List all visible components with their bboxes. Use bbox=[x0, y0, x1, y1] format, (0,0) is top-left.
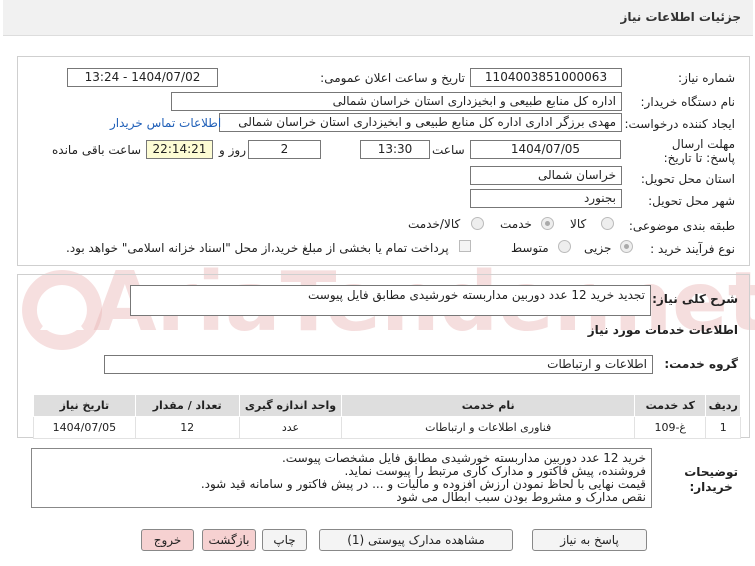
remaining-time-field: 22:14:21 bbox=[146, 140, 213, 159]
need-number-label: شماره نیاز: bbox=[678, 71, 735, 85]
cell-service-name: فناوری اطلاعات و ارتباطات bbox=[341, 416, 636, 439]
category-goods-label: کالا bbox=[570, 217, 587, 231]
deadline-time-field: 13:30 bbox=[360, 140, 430, 159]
service-group-field: اطلاعات و ارتباطات bbox=[104, 355, 653, 374]
table-header-unit: واحد اندازه گیری bbox=[238, 394, 343, 417]
cell-service-code: غ-109 bbox=[634, 416, 707, 439]
services-table: ردیف کد خدمت نام خدمت واحد اندازه گیری ت… bbox=[33, 394, 741, 439]
services-heading: اطلاعات خدمات مورد نیاز bbox=[587, 323, 738, 337]
print-button[interactable]: چاپ bbox=[262, 529, 307, 551]
buyer-org-label: نام دستگاه خریدار: bbox=[640, 95, 736, 109]
requester-label: ایجاد کننده درخواست: bbox=[624, 117, 735, 131]
buyer-notes-label-line1: توضیحات bbox=[684, 465, 738, 479]
category-radio-goods-service[interactable] bbox=[471, 217, 484, 230]
need-number-field: 1104003851000063 bbox=[470, 68, 622, 87]
table-header-service-name: نام خدمت bbox=[341, 394, 636, 417]
announce-date-label: تاریخ و ساعت اعلان عمومی: bbox=[320, 71, 465, 85]
table-header-need-date: تاریخ نیاز bbox=[33, 394, 136, 417]
page-header: جزئیات اطلاعات نیاز bbox=[3, 0, 753, 36]
cell-quantity: 12 bbox=[134, 416, 240, 439]
deadline-date-field: 1404/07/05 bbox=[470, 140, 621, 159]
days-field: 2 bbox=[248, 140, 321, 159]
requester-field: مهدی برزگر اداری اداره کل منابع طبیعی و … bbox=[219, 113, 622, 132]
process-radio-medium[interactable] bbox=[558, 240, 571, 253]
need-summary-label: شرح کلی نیاز: bbox=[652, 292, 738, 306]
province-label: استان محل تحویل: bbox=[640, 172, 735, 186]
treasury-payment-note: پرداخت تمام یا بخشی از مبلغ خرید،از محل … bbox=[66, 241, 449, 255]
buyer-notes-line: نقص مدارک و مشروط بودن سبب ابطال می شود bbox=[396, 490, 646, 504]
process-minor-label: جزیی bbox=[584, 241, 612, 255]
buyer-notes-label: توضیحات خریدار: bbox=[684, 465, 738, 495]
exit-button[interactable]: خروج bbox=[141, 529, 194, 551]
table-row: 1 غ-109 فناوری اطلاعات و ارتباطات عدد 12… bbox=[33, 416, 741, 439]
reply-button[interactable]: پاسخ به نیاز bbox=[532, 529, 647, 551]
process-label: نوع فرآیند خرید : bbox=[650, 242, 735, 256]
table-header-row-number: ردیف bbox=[705, 394, 741, 417]
remaining-time-label: ساعت باقی مانده bbox=[52, 143, 142, 157]
view-attachments-button[interactable]: مشاهده مدارک پیوستی (1) bbox=[319, 529, 513, 551]
deadline-label: مهلت ارسال پاسخ: تا تاریخ: bbox=[663, 137, 735, 165]
page-title: جزئیات اطلاعات نیاز bbox=[620, 10, 741, 24]
need-summary-field: تجدید خرید 12 عدد دوربین مداربسته خورشید… bbox=[130, 285, 651, 316]
treasury-payment-checkbox[interactable] bbox=[459, 240, 471, 252]
city-label: شهر محل تحویل: bbox=[648, 194, 735, 208]
service-group-label: گروه خدمت: bbox=[664, 357, 738, 371]
province-field: خراسان شمالی bbox=[470, 166, 622, 185]
days-label: روز و bbox=[219, 143, 246, 157]
announce-date-field: 1404/07/02 - 13:24 bbox=[67, 68, 218, 87]
cell-row-number: 1 bbox=[705, 416, 741, 439]
city-field: بجنورد bbox=[470, 189, 622, 208]
buyer-org-field: اداره کل منابع طبیعی و ابخیزداری استان خ… bbox=[171, 92, 622, 111]
buyer-contact-link[interactable]: اطلاعات تماس خریدار bbox=[110, 116, 221, 130]
need-details-panel bbox=[17, 56, 750, 266]
category-service-label: خدمت bbox=[500, 217, 532, 231]
cell-need-date: 1404/07/05 bbox=[33, 416, 136, 439]
category-label: طبقه بندی موضوعی: bbox=[628, 219, 735, 233]
buyer-notes-text: خرید 12 عدد دوربین مداربسته خورشیدی مطاب… bbox=[31, 448, 652, 508]
category-radio-service[interactable] bbox=[541, 217, 554, 230]
category-radio-goods[interactable] bbox=[601, 217, 614, 230]
back-button[interactable]: بازگشت bbox=[202, 529, 256, 551]
cell-unit: عدد bbox=[238, 416, 343, 439]
buyer-notes-label-line2: خریدار: bbox=[689, 480, 733, 494]
process-radio-minor[interactable] bbox=[620, 240, 633, 253]
category-goods-service-label: کالا/خدمت bbox=[408, 217, 461, 231]
table-header-service-code: کد خدمت bbox=[634, 394, 707, 417]
process-medium-label: متوسط bbox=[511, 241, 549, 255]
deadline-time-label: ساعت bbox=[432, 143, 465, 157]
table-header-quantity: تعداد / مقدار bbox=[134, 394, 240, 417]
